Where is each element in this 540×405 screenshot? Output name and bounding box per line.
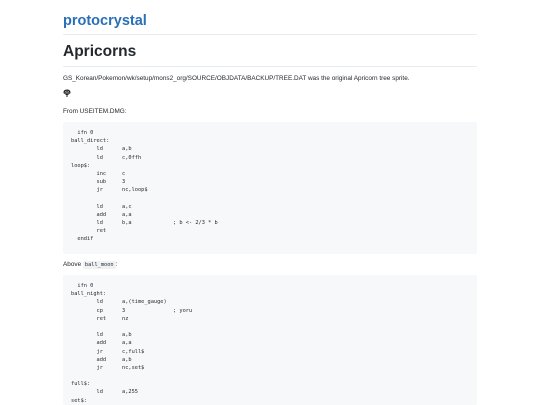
- code-line: sub 3: [71, 179, 126, 186]
- code-line: ifn 0: [71, 130, 94, 136]
- code-block-ball-night: ifn 0 ball_night: ld a,(time_gauge) cp 3 …: [63, 275, 477, 405]
- code-line: jr nc,set$: [71, 364, 145, 371]
- site-title-link[interactable]: protocrystal: [63, 13, 147, 29]
- from-paragraph: From USEITEM.DMG:: [63, 108, 127, 115]
- code-block-ball-direct: ifn 0 ball_direct: ld a,b ld c,0ffh loop$:…: [63, 122, 477, 254]
- code-line: ret nz: [71, 315, 129, 322]
- above-suffix: :: [115, 261, 118, 268]
- code-line: add a,b: [71, 356, 132, 363]
- code-line: ld a,b: [71, 332, 132, 339]
- page-title: Apricorns: [63, 43, 137, 60]
- code-line: full$:: [71, 381, 91, 388]
- code-line: jr nc,loop$: [71, 187, 148, 194]
- header-divider: [63, 34, 477, 35]
- intro-paragraph: GS_Korean/Pokemon/wk/setup/mons2_org/SOU…: [63, 75, 410, 82]
- code-line: add a,a: [71, 211, 132, 218]
- code-line: ret: [71, 228, 107, 235]
- code-line: endif: [71, 236, 94, 243]
- code-line: ifn 0: [71, 283, 94, 289]
- code-line: ld a,(time_gauge): [71, 299, 167, 306]
- code-line: loop$:: [71, 162, 91, 169]
- code-line: jr c,full$: [71, 348, 145, 355]
- code-line: ball_night:: [71, 291, 107, 298]
- code-line: inc c: [71, 170, 126, 177]
- page: protocrystal Apricorns GS_Korean/Pokemon…: [0, 0, 540, 405]
- above-paragraph: Above ball_moon:: [63, 261, 118, 269]
- code-line: ld a,255: [71, 389, 138, 396]
- code-line: ld a,c: [71, 203, 132, 210]
- title-divider: [63, 66, 477, 67]
- code-line: ld c,0ffh: [71, 154, 142, 161]
- code-line: set$:: [71, 397, 87, 404]
- inline-code-ball-moon: ball_moon: [82, 261, 116, 269]
- apricorn-tree-sprite-icon: [63, 89, 71, 97]
- code-line: cp 3 ; yoru: [71, 307, 193, 314]
- code-line: ball_direct:: [71, 138, 110, 145]
- code-line: add a,a: [71, 340, 132, 347]
- code-line: ld b,a ; b <- 2/3 * b: [71, 220, 218, 227]
- code-listing: ifn 0 ball_direct: ld a,b ld c,0ffh loop$:…: [63, 122, 477, 244]
- code-line: ld a,b: [71, 146, 132, 153]
- above-label: Above: [63, 261, 82, 268]
- code-listing: ifn 0 ball_night: ld a,(time_gauge) cp 3 …: [63, 275, 477, 405]
